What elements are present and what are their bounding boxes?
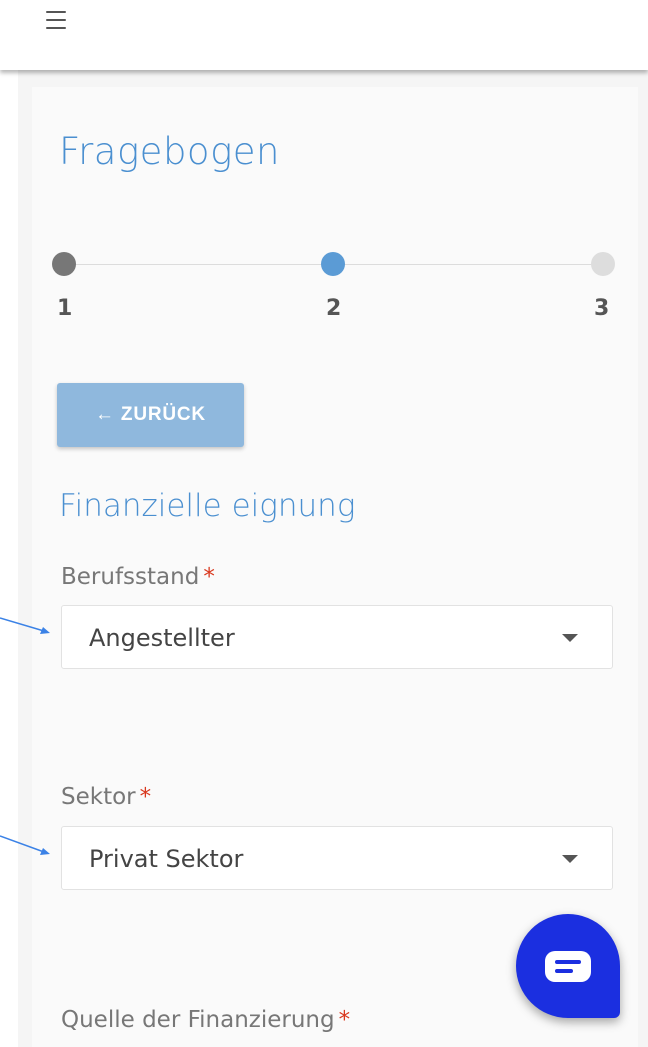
sektor-label: Sektor * xyxy=(61,784,151,810)
back-button[interactable]: ← ZURÜCK xyxy=(57,383,244,447)
chevron-down-icon xyxy=(562,634,578,642)
sektor-select[interactable]: Privat Sektor xyxy=(61,826,613,890)
chat-icon xyxy=(545,951,591,982)
hamburger-icon[interactable] xyxy=(32,8,80,34)
berufsstand-label: Berufsstand * xyxy=(61,564,215,590)
page-title: Fragebogen xyxy=(59,130,280,173)
section-title: Finanzielle eignung xyxy=(59,488,356,524)
top-bar xyxy=(0,0,648,70)
annotation-arrow xyxy=(0,835,50,855)
step-2-label: 2 xyxy=(326,296,342,321)
required-asterisk: * xyxy=(338,1007,351,1033)
required-asterisk: * xyxy=(139,784,152,810)
sektor-label-text: Sektor xyxy=(61,784,136,810)
sektor-value: Privat Sektor xyxy=(89,845,244,873)
annotation-arrow xyxy=(0,617,50,634)
quelle-label: Quelle der Finanzierung * xyxy=(61,1007,350,1033)
step-1-label: 1 xyxy=(57,296,73,321)
berufsstand-label-text: Berufsstand xyxy=(61,564,200,590)
chat-button[interactable] xyxy=(516,914,620,1018)
required-asterisk: * xyxy=(203,564,215,590)
berufsstand-select[interactable]: Angestellter xyxy=(61,605,613,669)
step-1-dot[interactable] xyxy=(52,252,76,276)
quelle-label-text: Quelle der Finanzierung xyxy=(61,1007,335,1033)
chevron-down-icon xyxy=(562,855,578,863)
berufsstand-value: Angestellter xyxy=(89,624,235,652)
step-3-dot[interactable] xyxy=(591,252,615,276)
step-3-label: 3 xyxy=(594,296,610,321)
step-2-dot[interactable] xyxy=(321,252,345,276)
